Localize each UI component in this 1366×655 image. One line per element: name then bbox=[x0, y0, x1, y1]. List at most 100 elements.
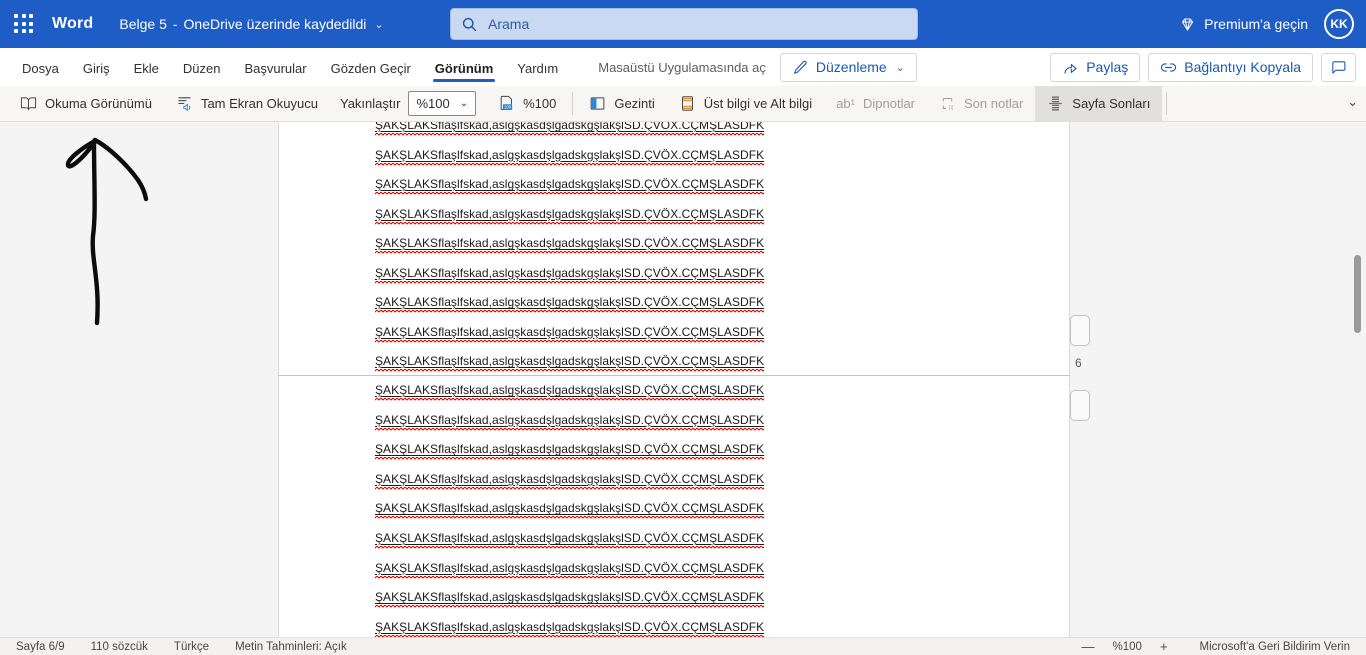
footnotes-label: Dipnotlar bbox=[862, 96, 916, 111]
page-indicator[interactable]: Sayfa 6/9 bbox=[16, 641, 65, 653]
copy-link-label: Bağlantıyı Kopyala bbox=[1184, 59, 1301, 75]
open-in-desktop-link[interactable]: Masaüstü Uygulamasında aç bbox=[598, 60, 766, 75]
document-line: ŞAKŞLAKSflaşlfskad,aslgşkasdşlgadskgşlak… bbox=[375, 531, 765, 545]
header-footer-label: Üst bilgi ve Alt bilgi bbox=[703, 96, 813, 111]
editing-mode-label: Düzenleme bbox=[815, 59, 887, 75]
endnotes-label: Son notlar bbox=[964, 96, 1024, 111]
zoom-select[interactable]: %100 ⌄ bbox=[408, 91, 477, 116]
document-line: ŞAKŞLAKSflaşlfskad,aslgşkasdşlgadskgşlak… bbox=[375, 442, 765, 457]
immersive-reader-label: Tam Ekran Okuyucu bbox=[200, 96, 318, 111]
document-line: ŞAKŞLAKSflaşlfskad,aslgşkasdşlgadskgşlak… bbox=[375, 354, 765, 368]
menu-bar: Dosya Giriş Ekle Düzen Başvurular Gözden… bbox=[0, 48, 1366, 86]
link-icon bbox=[1161, 62, 1177, 72]
navigation-label: Gezinti bbox=[614, 96, 655, 111]
share-icon bbox=[1064, 63, 1077, 74]
copy-link-button[interactable]: Bağlantıyı Kopyala bbox=[1148, 52, 1313, 82]
page-breaks-label: Sayfa Sonları bbox=[1072, 96, 1151, 111]
page-boundary bbox=[278, 375, 1070, 376]
page-breaks-button[interactable]: Sayfa Sonları bbox=[1035, 86, 1163, 121]
menu-tab-duzen[interactable]: Düzen bbox=[171, 51, 233, 84]
margin-page-number: 6 bbox=[1075, 356, 1082, 370]
document-line: ŞAKŞLAKSflaşlfskad,aslgşkasdşlgadskgşlak… bbox=[375, 265, 765, 280]
svg-text:[i]: [i] bbox=[949, 105, 954, 111]
search-icon bbox=[462, 17, 477, 31]
document-line: ŞAKŞLAKSflaşlfskad,aslgşkasdşlgadskgşlak… bbox=[375, 324, 765, 339]
app-title[interactable]: Word bbox=[52, 15, 93, 33]
header-footer-icon bbox=[681, 96, 693, 111]
zoom-group: Yakınlaştır %100 ⌄ bbox=[330, 86, 486, 121]
book-icon bbox=[20, 97, 37, 111]
search-input[interactable] bbox=[488, 16, 907, 32]
status-zoom-value[interactable]: %100 bbox=[1113, 641, 1142, 653]
page-break-handle[interactable] bbox=[1070, 390, 1090, 421]
app-header: Word Belge 5 - OneDrive üzerinde kaydedi… bbox=[0, 0, 1366, 48]
comment-icon bbox=[1332, 60, 1346, 74]
menu-tab-giris[interactable]: Giriş bbox=[71, 51, 122, 84]
document-line: ŞAKŞLAKSflaşlfskad,aslgşkasdşlgadskgşlak… bbox=[375, 177, 765, 191]
avatar[interactable]: KK bbox=[1324, 9, 1354, 39]
zoom-to-label: %100 bbox=[523, 96, 557, 111]
document-line: ŞAKŞLAKSflaşlfskad,aslgşkasdşlgadskgşlak… bbox=[375, 619, 765, 634]
document-line: ŞAKŞLAKSflaşlfskad,aslgşkasdşlgadskgşlak… bbox=[375, 147, 765, 162]
immersive-reader-button[interactable]: Tam Ekran Okuyucu bbox=[164, 86, 330, 121]
document-name: Belge 5 bbox=[119, 16, 167, 32]
search-box[interactable] bbox=[450, 8, 918, 40]
pencil-icon bbox=[793, 60, 807, 74]
chevron-down-icon: ⌄ bbox=[459, 98, 469, 109]
menu-tab-ekle[interactable]: Ekle bbox=[122, 51, 171, 84]
chevron-down-icon: ⌄ bbox=[895, 61, 905, 74]
document-line: ŞAKŞLAKSflaşlfskad,aslgşkasdşlgadskgşlak… bbox=[375, 122, 764, 134]
document-line: ŞAKŞLAKSflaşlfskad,aslgşkasdşlgadskgşlak… bbox=[375, 236, 765, 250]
ribbon-separator bbox=[572, 92, 574, 115]
immersive-reader-icon bbox=[178, 97, 191, 112]
collapse-ribbon-icon[interactable]: ⌄ bbox=[1347, 94, 1358, 110]
document-line: ŞAKŞLAKSflaşlfskad,aslgşkasdşlgadskgşlak… bbox=[375, 412, 765, 427]
document-line: ŞAKŞLAKSflaşlfskad,aslgşkasdşlgadskgşlak… bbox=[375, 383, 765, 397]
zoom-to-100-button[interactable]: 100 %100 bbox=[486, 86, 568, 121]
zoom-in-button[interactable]: + bbox=[1160, 639, 1168, 654]
share-label: Paylaş bbox=[1086, 59, 1129, 75]
endnotes-button: [i] Son notlar bbox=[927, 86, 1035, 121]
footnotes-button: ab¹ Dipnotlar bbox=[824, 86, 927, 121]
share-button[interactable]: Paylaş bbox=[1050, 52, 1141, 82]
menu-tab-gozden-gecir[interactable]: Gözden Geçir bbox=[319, 51, 423, 84]
app-launcher-icon[interactable] bbox=[14, 14, 34, 34]
document-line: ŞAKŞLAKSflaşlfskad,aslgşkasdşlgadskgşlak… bbox=[375, 206, 765, 221]
menu-tab-basvurular[interactable]: Başvurular bbox=[232, 51, 318, 84]
page-break-handle[interactable] bbox=[1070, 315, 1090, 346]
language-indicator[interactable]: Türkçe bbox=[174, 641, 209, 653]
vertical-scrollbar-thumb[interactable] bbox=[1354, 255, 1361, 333]
premium-label: Premium'a geçin bbox=[1204, 16, 1308, 32]
document-line: ŞAKŞLAKSflaşlfskad,aslgşkasdşlgadskgşlak… bbox=[375, 471, 765, 486]
menu-tab-dosya[interactable]: Dosya bbox=[10, 51, 71, 84]
comments-button[interactable] bbox=[1321, 52, 1356, 82]
endnote-icon: [i] bbox=[942, 98, 954, 111]
navigation-pane-icon bbox=[590, 97, 605, 110]
document-line: ŞAKŞLAKSflaşlfskad,aslgşkasdşlgadskgşlak… bbox=[375, 560, 765, 575]
menu-tab-gorunum[interactable]: Görünüm bbox=[423, 51, 506, 84]
word-count[interactable]: 110 sözcük bbox=[91, 641, 148, 653]
zoom-select-value: %100 bbox=[416, 96, 450, 111]
premium-upgrade-button[interactable]: Premium'a geçin bbox=[1179, 16, 1308, 33]
zoom-out-button[interactable]: — bbox=[1082, 639, 1095, 654]
text-predictions-toggle[interactable]: Metin Tahminleri: Açık bbox=[235, 641, 347, 653]
document-canvas[interactable]: ŞAKŞLAKSflaşlfskad,aslgşkasdşlgadskgşlak… bbox=[0, 122, 1366, 637]
footnote-icon: ab¹ bbox=[836, 96, 855, 111]
header-footer-button[interactable]: Üst bilgi ve Alt bilgi bbox=[667, 86, 824, 121]
feedback-link[interactable]: Microsoft'a Geri Bildirim Verin bbox=[1200, 641, 1350, 653]
document-title[interactable]: Belge 5 - OneDrive üzerinde kaydedildi ⌄ bbox=[119, 16, 383, 32]
document-line: ŞAKŞLAKSflaşlfskad,aslgşkasdşlgadskgşlak… bbox=[375, 501, 765, 516]
document-line: ŞAKŞLAKSflaşlfskad,aslgşkasdşlgadskgşlak… bbox=[375, 590, 765, 605]
status-bar: Sayfa 6/9 110 sözcük Türkçe Metin Tahmin… bbox=[0, 637, 1366, 655]
avatar-initials: KK bbox=[1330, 17, 1348, 31]
save-status: OneDrive üzerinde kaydedildi bbox=[183, 16, 367, 32]
navigation-button[interactable]: Gezinti bbox=[577, 86, 666, 121]
menu-tab-yardim[interactable]: Yardım bbox=[505, 51, 570, 84]
editing-mode-button[interactable]: Düzenleme ⌄ bbox=[779, 52, 917, 82]
chevron-down-icon: ⌄ bbox=[374, 18, 384, 31]
ribbon-separator bbox=[1166, 92, 1168, 115]
zoom-label: Yakınlaştır bbox=[339, 96, 401, 111]
document-line: ŞAKŞLAKSflaşlfskad,aslgşkasdşlgadskgşlak… bbox=[375, 295, 765, 309]
reading-view-label: Okuma Görünümü bbox=[45, 96, 152, 111]
reading-view-button[interactable]: Okuma Görünümü bbox=[8, 86, 164, 121]
